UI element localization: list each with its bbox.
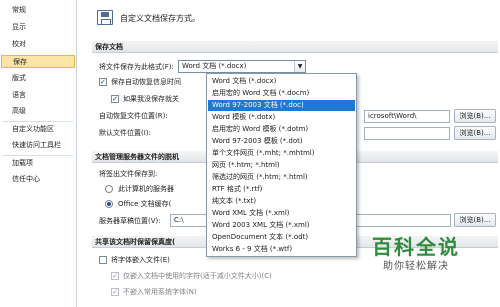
embed-fonts-label: 将字体嵌入文件(E)	[111, 256, 170, 264]
format-option[interactable]: 网页 (*.htm; *.html)	[208, 160, 355, 171]
format-option[interactable]: Word 模板 (*.dotx)	[208, 112, 355, 123]
autorecover-location-label: 自动恢复文件位置(R):	[99, 112, 168, 120]
autorecover-location-field[interactable]: icrosoft\Word\	[364, 110, 450, 123]
save-format-value: Word 文档 (*.docx)	[182, 62, 247, 70]
sidebar-item-quick-access-toolbar[interactable]: 快速访问工具栏	[0, 139, 76, 152]
format-option-selected[interactable]: Word 97-2003 文档 (*.doc)	[208, 100, 355, 111]
sidebar-item-general[interactable]: 常规	[0, 4, 76, 17]
save-doc-icon	[97, 10, 113, 25]
embed-subset-checkbox[interactable]: ✓	[111, 272, 119, 280]
server-drafts-location-label: 服务器草稿位置(V):	[99, 217, 161, 225]
embed-subset-label: 仅嵌入文档中使用的字符(适于减小文件大小)(C)	[123, 272, 272, 280]
sidebar-item-advanced[interactable]: 高级	[0, 105, 76, 118]
format-option[interactable]: 纯文本 (*.txt)	[208, 196, 355, 207]
sidebar-item-proofing[interactable]: 校对	[0, 38, 76, 51]
browse-autorecover-button[interactable]: 浏览(B)...	[454, 109, 496, 123]
sidebar-divider	[3, 121, 73, 122]
save-format-label: 将文件保存为此格式(F):	[99, 63, 174, 71]
autorecover-checkbox[interactable]: ✓	[99, 78, 107, 86]
browse-default-button[interactable]: 浏览(B)...	[454, 126, 496, 140]
site-watermark: 百科全说 助你轻松解决	[362, 234, 470, 274]
default-location-field[interactable]	[364, 127, 450, 140]
save-format-select[interactable]: Word 文档 (*.docx) ▼	[178, 60, 306, 73]
sidebar-item-customize-ribbon[interactable]: 自定义功能区	[0, 123, 76, 136]
format-option[interactable]: Word 文档 (*.docx)	[208, 76, 355, 87]
keep-last-version-label: 如果我没保存就关	[123, 95, 179, 103]
sidebar-item-layout[interactable]: 版式	[0, 72, 76, 85]
format-option[interactable]: Word XML 文档 (*.xml)	[208, 208, 355, 219]
sidebar-divider	[3, 155, 73, 156]
radio-office-cache-label: Office 文档缓存(	[118, 200, 172, 208]
format-option[interactable]: RTF 格式 (*.rtf)	[208, 184, 355, 195]
browse-drafts-button[interactable]: 浏览(B)...	[454, 213, 496, 227]
watermark-title: 百科全说	[372, 235, 460, 259]
checkout-location-label: 将签出文件保存到:	[99, 170, 158, 178]
no-common-fonts-checkbox[interactable]: ✓	[111, 288, 119, 296]
sidebar-item-display[interactable]: 显示	[0, 21, 76, 34]
autorecover-label: 保存自动恢复信息时间	[111, 78, 181, 86]
sidebar-item-add-ins[interactable]: 加载项	[0, 157, 76, 170]
format-option[interactable]: Word 2003 XML 文档 (*.xml)	[208, 220, 355, 231]
sidebar-item-trust-center[interactable]: 信任中心	[0, 173, 76, 186]
format-option[interactable]: Works 6 - 9 文档 (*.wtf)	[208, 244, 355, 255]
no-common-fonts-label: 不嵌入常用系统字体(N)	[123, 288, 197, 296]
format-option[interactable]: 启用宏的 Word 模板 (*.dotm)	[208, 124, 355, 135]
sidebar-item-save[interactable]: 保存	[1, 55, 75, 68]
options-sidebar: 常规 显示 校对 保存 版式 语言 高级 自定义功能区 快速访问工具栏 加载项 …	[0, 0, 77, 307]
embed-fonts-checkbox[interactable]	[99, 256, 107, 264]
radio-server-drafts-label: 此计算机的服务器	[118, 185, 174, 193]
format-option[interactable]: 单个文件网页 (*.mht; *.mhtml)	[208, 148, 355, 159]
chevron-down-icon[interactable]: ▼	[294, 61, 305, 72]
watermark-subtitle: 助你轻松解决	[383, 261, 449, 272]
save-format-dropdown-list[interactable]: Word 文档 (*.docx) 启用宏的 Word 文档 (*.docm) W…	[206, 73, 357, 257]
radio-server-drafts[interactable]	[105, 185, 113, 193]
format-option[interactable]: 启用宏的 Word 文档 (*.docm)	[208, 88, 355, 99]
sidebar-item-language[interactable]: 语言	[0, 89, 76, 102]
keep-last-version-checkbox[interactable]: ✓	[111, 95, 119, 103]
format-option[interactable]: Word 97-2003 模板 (*.dot)	[208, 136, 355, 147]
section-save-documents: 保存文档	[92, 41, 498, 53]
page-title: 自定义文档保存方式。	[120, 14, 200, 23]
radio-office-cache[interactable]	[105, 200, 113, 208]
format-option[interactable]: 筛选过的网页 (*.htm; *.html)	[208, 172, 355, 183]
format-option[interactable]: OpenDocument 文本 (*.odt)	[208, 232, 355, 243]
default-location-label: 默认文件位置(I):	[99, 129, 151, 137]
